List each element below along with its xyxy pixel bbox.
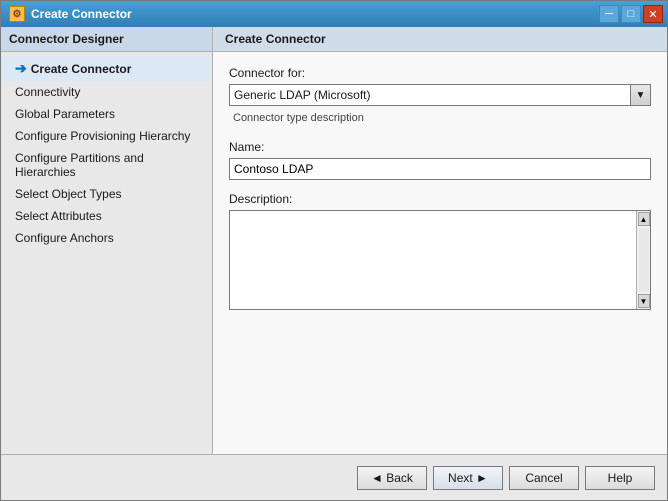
main-content: Connector Designer ➔ Create Connector Co… bbox=[1, 27, 667, 454]
dropdown-arrow-icon[interactable]: ▼ bbox=[631, 84, 651, 106]
sidebar-item-configure-partitions-and-hierarchies[interactable]: Configure Partitions and Hierarchies bbox=[1, 147, 212, 183]
sidebar-item-select-object-types[interactable]: Select Object Types bbox=[1, 183, 212, 205]
cancel-button[interactable]: Cancel bbox=[509, 466, 579, 490]
connector-for-label: Connector for: bbox=[229, 66, 651, 80]
sidebar-item-label: Select Attributes bbox=[15, 209, 102, 223]
sidebar-item-global-parameters[interactable]: Global Parameters bbox=[1, 103, 212, 125]
connector-type-select[interactable]: Generic LDAP (Microsoft) Active Director… bbox=[229, 84, 631, 106]
name-input[interactable] bbox=[229, 158, 651, 180]
sidebar-item-label: Connectivity bbox=[15, 85, 80, 99]
scroll-down-button[interactable]: ▼ bbox=[638, 294, 650, 308]
arrow-icon: ➔ bbox=[15, 60, 27, 77]
name-label: Name: bbox=[229, 140, 651, 154]
connector-type-description: Connector type description bbox=[229, 112, 651, 124]
window: ⚙ Create Connector ─ □ ✕ Connector Desig… bbox=[0, 0, 668, 501]
title-bar-left: ⚙ Create Connector bbox=[9, 6, 132, 22]
description-wrapper: ▲ ▼ bbox=[229, 210, 651, 310]
help-button[interactable]: Help bbox=[585, 466, 655, 490]
title-bar-controls: ─ □ ✕ bbox=[599, 5, 663, 23]
sidebar-item-label: Global Parameters bbox=[15, 107, 115, 121]
sidebar-item-configure-anchors[interactable]: Configure Anchors bbox=[1, 227, 212, 249]
sidebar-item-label: Create Connector bbox=[31, 62, 132, 76]
back-button[interactable]: ◄ Back bbox=[357, 466, 427, 490]
minimize-button[interactable]: ─ bbox=[599, 5, 619, 23]
sidebar-item-label: Configure Provisioning Hierarchy bbox=[15, 129, 190, 143]
title-bar: ⚙ Create Connector ─ □ ✕ bbox=[1, 1, 667, 27]
description-textarea[interactable] bbox=[230, 211, 636, 309]
description-scrollbar: ▲ ▼ bbox=[636, 211, 650, 309]
right-panel: Create Connector Connector for: Generic … bbox=[213, 27, 667, 454]
close-button[interactable]: ✕ bbox=[643, 5, 663, 23]
sidebar-item-configure-provisioning-hierarchy[interactable]: Configure Provisioning Hierarchy bbox=[1, 125, 212, 147]
sidebar: Connector Designer ➔ Create Connector Co… bbox=[1, 27, 213, 454]
sidebar-item-label: Select Object Types bbox=[15, 187, 122, 201]
sidebar-item-create-connector[interactable]: ➔ Create Connector bbox=[1, 56, 212, 81]
sidebar-header: Connector Designer bbox=[1, 27, 212, 52]
sidebar-item-label: Configure Anchors bbox=[15, 231, 114, 245]
panel-body: Connector for: Generic LDAP (Microsoft) … bbox=[213, 52, 667, 454]
connector-dropdown-wrapper: Generic LDAP (Microsoft) Active Director… bbox=[229, 84, 651, 106]
sidebar-item-label: Configure Partitions and Hierarchies bbox=[15, 151, 202, 179]
description-label: Description: bbox=[229, 192, 651, 206]
window-title: Create Connector bbox=[31, 7, 132, 21]
bottom-bar: ◄ Back Next ► Cancel Help bbox=[1, 454, 667, 500]
app-icon: ⚙ bbox=[9, 6, 25, 22]
scroll-up-button[interactable]: ▲ bbox=[638, 212, 650, 226]
sidebar-items: ➔ Create Connector Connectivity Global P… bbox=[1, 52, 212, 253]
sidebar-item-connectivity[interactable]: Connectivity bbox=[1, 81, 212, 103]
panel-header: Create Connector bbox=[213, 27, 667, 52]
scroll-track bbox=[639, 228, 649, 292]
maximize-button[interactable]: □ bbox=[621, 5, 641, 23]
sidebar-item-select-attributes[interactable]: Select Attributes bbox=[1, 205, 212, 227]
next-button[interactable]: Next ► bbox=[433, 466, 503, 490]
